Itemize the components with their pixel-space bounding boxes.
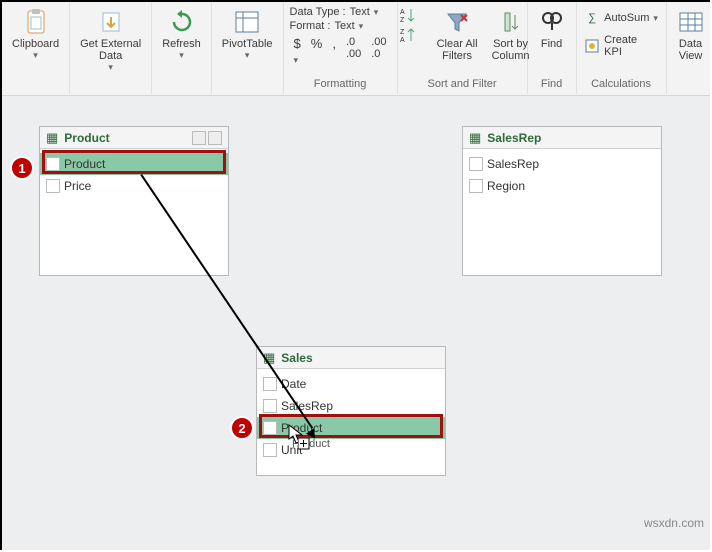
autosum-button[interactable]: ∑ AutoSum ▾ [582, 8, 660, 28]
table-title: Product [64, 131, 186, 145]
table-salesrep[interactable]: ▦ SalesRep SalesRep Region [462, 126, 662, 276]
field-salesrep[interactable]: SalesRep [257, 395, 445, 417]
kpi-icon [584, 38, 600, 54]
pivottable-label: PivotTable [222, 38, 273, 50]
clipboard-icon [22, 8, 50, 36]
format-label: Format : [290, 20, 331, 32]
refresh-icon [168, 8, 196, 36]
create-kpi-label: Create KPI [604, 34, 658, 58]
step-badge-2: 2 [230, 416, 254, 440]
field-date[interactable]: Date [257, 373, 445, 395]
table-header[interactable]: ▦ SalesRep [463, 127, 661, 149]
dropdown-icon: ▾ [33, 50, 38, 61]
column-icon [263, 443, 277, 457]
field-unit[interactable]: Unit [257, 439, 445, 461]
column-icon [263, 399, 277, 413]
clear-filters-button[interactable]: Clear All Filters [433, 4, 482, 62]
dropdown-icon: ▾ [374, 7, 379, 18]
currency-format-button[interactable]: $ ▾ [294, 36, 301, 66]
table-header[interactable]: ▦ Product [40, 127, 228, 149]
data-type-row[interactable]: Data Type : Text ▾ [290, 6, 379, 18]
external-data-icon [97, 8, 125, 36]
table-title: SalesRep [487, 131, 655, 145]
dropdown-icon: ▾ [179, 50, 184, 61]
column-icon [263, 377, 277, 391]
table-icon: ▦ [469, 130, 481, 146]
field-region[interactable]: Region [463, 175, 661, 197]
table-product[interactable]: ▦ Product Product Price [39, 126, 229, 276]
table-title: Sales [281, 351, 439, 365]
autosum-icon: ∑ [584, 10, 600, 26]
data-view-icon [677, 8, 705, 36]
field-product[interactable]: Product [257, 417, 445, 439]
format-row[interactable]: Format : Text ▾ [290, 20, 364, 32]
decrease-decimal-button[interactable]: .00.0 [371, 36, 386, 66]
sort-by-column-label: Sort by Column [492, 38, 530, 62]
column-icon [46, 179, 60, 193]
data-view-label: Data View [679, 38, 703, 62]
sort-az-button[interactable]: AZ ZA [391, 4, 427, 46]
find-button[interactable]: Find [534, 4, 570, 50]
pivottable-button[interactable]: PivotTable ▾ [218, 4, 277, 61]
create-kpi-button[interactable]: Create KPI [582, 32, 660, 60]
calculations-group-label: Calculations [591, 76, 651, 94]
dropdown-icon: ▾ [359, 21, 364, 32]
svg-text:Z: Z [400, 29, 405, 36]
table-view-icons[interactable] [192, 131, 222, 145]
data-type-value: Text [350, 6, 370, 18]
pivottable-icon [233, 8, 261, 36]
sort-az-icon: AZ [395, 6, 423, 24]
percent-format-button[interactable]: % [311, 36, 323, 66]
table-sales[interactable]: ▦ Sales Date SalesRep Product Unit [256, 346, 446, 476]
autosum-label: AutoSum [604, 12, 649, 24]
get-external-data-button[interactable]: Get External Data ▾ [76, 4, 145, 73]
diagram-canvas[interactable]: ▦ Product Product Price ▦ SalesRep Sales… [2, 96, 710, 550]
comma-format-button[interactable]: , [332, 36, 336, 66]
svg-text:A: A [400, 37, 405, 43]
find-label: Find [541, 38, 562, 50]
table-header[interactable]: ▦ Sales [257, 347, 445, 369]
format-value: Text [334, 20, 354, 32]
ribbon: Clipboard ▾ Get External Data ▾ Refresh [2, 2, 710, 96]
column-icon [263, 421, 277, 435]
refresh-button[interactable]: Refresh ▾ [158, 4, 205, 61]
clear-filters-label: Clear All Filters [437, 38, 478, 62]
increase-decimal-button[interactable]: .0.00 [346, 36, 361, 66]
field-price[interactable]: Price [40, 175, 228, 197]
dropdown-icon: ▾ [108, 62, 113, 73]
get-external-data-label: Get External Data [80, 38, 141, 62]
find-icon [538, 8, 566, 36]
sort-filter-group-label: Sort and Filter [428, 76, 497, 94]
refresh-label: Refresh [162, 38, 201, 50]
table-body: Date SalesRep Product Unit [257, 369, 445, 465]
clipboard-label: Clipboard [12, 38, 59, 50]
watermark: wsxdn.com [644, 516, 704, 530]
dropdown-icon: ▾ [245, 50, 250, 61]
column-icon [46, 157, 60, 171]
column-icon [469, 157, 483, 171]
find-group-label: Find [541, 76, 562, 94]
clipboard-button[interactable]: Clipboard ▾ [8, 4, 63, 61]
formatting-group-label: Formatting [314, 76, 367, 94]
column-icon [469, 179, 483, 193]
dropdown-icon: ▾ [653, 13, 658, 24]
step-badge-1: 1 [10, 156, 34, 180]
data-type-label: Data Type : [290, 6, 346, 18]
table-body: SalesRep Region [463, 149, 661, 201]
field-salesrep[interactable]: SalesRep [463, 153, 661, 175]
table-icon: ▦ [46, 130, 58, 146]
filter-clear-icon [443, 8, 471, 36]
svg-text:A: A [400, 9, 405, 16]
table-body: Product Price [40, 149, 228, 201]
field-product[interactable]: Product [40, 153, 228, 175]
svg-text:Z: Z [400, 17, 405, 23]
sort-column-icon [497, 8, 525, 36]
sort-za-icon: ZA [395, 26, 423, 44]
data-view-button[interactable]: Data View [673, 4, 709, 62]
